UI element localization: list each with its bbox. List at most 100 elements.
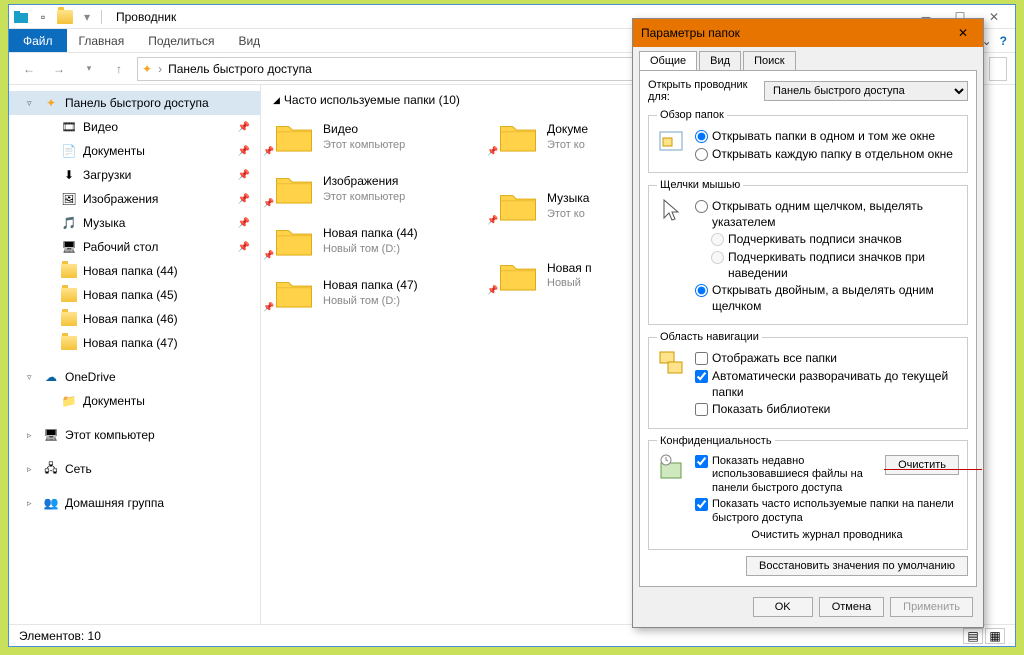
folder-tile[interactable]: 📌 Новая папка (47)Новый том (D:) bbox=[273, 269, 433, 317]
pin-icon: 📌 bbox=[238, 242, 250, 253]
folder-icon bbox=[61, 335, 77, 351]
browse-icon bbox=[657, 127, 687, 157]
check-show-libraries[interactable]: Показать библиотеки bbox=[695, 402, 959, 418]
pin-icon: 📌 bbox=[263, 250, 274, 261]
folder-tile[interactable]: 📌 МузыкаЭтот ко bbox=[497, 182, 607, 230]
downloads-icon: ⬇ bbox=[61, 167, 77, 183]
qat-dropdown-icon[interactable]: ▾ bbox=[79, 9, 95, 25]
chevron-down-icon: ◢ bbox=[273, 95, 280, 106]
chevron-down-icon[interactable]: ▿ bbox=[27, 372, 32, 383]
sidebar-item-video[interactable]: 🎞Видео📌 bbox=[9, 115, 260, 139]
folder-name: Видео bbox=[323, 122, 405, 138]
sidebar-item-pictures[interactable]: 🖼Изображения📌 bbox=[9, 187, 260, 211]
cancel-button[interactable]: Отмена bbox=[819, 597, 884, 617]
folder-icon bbox=[61, 311, 77, 327]
qat-properties-icon[interactable]: ▫ bbox=[35, 9, 51, 25]
folder-location: Новый том (D:) bbox=[323, 242, 418, 256]
clear-history-label: Очистить журнал проводника bbox=[695, 529, 959, 541]
folder-tile[interactable]: 📌 ВидеоЭтот компьютер bbox=[273, 113, 433, 161]
dialog-close-button[interactable]: ✕ bbox=[951, 26, 975, 40]
restore-defaults-button[interactable]: Восстановить значения по умолчанию bbox=[746, 556, 968, 576]
ok-button[interactable]: OK bbox=[753, 597, 813, 617]
radio-new-window[interactable]: Открывать каждую папку в отдельном окне bbox=[695, 147, 959, 163]
radio-same-window[interactable]: Открывать папки в одном и том же окне bbox=[695, 129, 959, 145]
folder-location: Этот компьютер bbox=[323, 138, 405, 152]
check-recent-files[interactable] bbox=[695, 455, 708, 468]
folder-tile[interactable]: 📌 Новая пНовый bbox=[497, 252, 607, 300]
sidebar-quick-access[interactable]: ▿ ✦ Панель быстрого доступа bbox=[9, 91, 260, 115]
sidebar-item-downloads[interactable]: ⬇Загрузки📌 bbox=[9, 163, 260, 187]
tab-home[interactable]: Главная bbox=[67, 29, 137, 52]
chevron-right-icon[interactable]: ▹ bbox=[27, 498, 32, 509]
breadcrumb[interactable]: Панель быстрого доступа bbox=[168, 62, 312, 76]
details-view-button[interactable]: ▤ bbox=[963, 628, 983, 644]
network-icon: 🖧 bbox=[43, 461, 59, 477]
chevron-right-icon[interactable]: ▹ bbox=[27, 464, 32, 475]
radio-double-click[interactable]: Открывать двойным, а выделять одним щелч… bbox=[695, 283, 959, 314]
status-items: Элементов: 10 bbox=[19, 629, 101, 643]
radio-single-click[interactable]: Открывать одним щелчком, выделять указат… bbox=[695, 199, 959, 230]
help-icon[interactable]: ? bbox=[1000, 34, 1007, 48]
sidebar-item-folder[interactable]: Новая папка (44) bbox=[9, 259, 260, 283]
tab-share[interactable]: Поделиться bbox=[136, 29, 226, 52]
tab-view[interactable]: Вид bbox=[226, 29, 272, 52]
folder-name: Новая папка (47) bbox=[323, 278, 418, 294]
folder-icon bbox=[273, 116, 315, 158]
folder-icon bbox=[497, 185, 539, 227]
pin-icon: 📌 bbox=[263, 146, 274, 157]
onedrive-icon: ☁ bbox=[43, 369, 59, 385]
qat-newfolder-icon[interactable] bbox=[57, 9, 73, 25]
privacy-group: Конфиденциальность Показать недавно испо… bbox=[648, 435, 968, 551]
pin-icon: 📌 bbox=[238, 194, 250, 205]
back-button[interactable]: ← bbox=[17, 57, 41, 81]
folder-tile[interactable]: 📌 ДокумеЭтот ко bbox=[497, 113, 607, 161]
chevron-down-icon[interactable]: ▿ bbox=[27, 98, 32, 109]
sidebar-network[interactable]: ▹🖧Сеть bbox=[9, 457, 260, 481]
check-show-all-folders[interactable]: Отображать все папки bbox=[695, 351, 959, 367]
sidebar-item-music[interactable]: 🎵Музыка📌 bbox=[9, 211, 260, 235]
open-explorer-select[interactable]: Панель быстрого доступа bbox=[764, 81, 968, 101]
sidebar-thispc[interactable]: ▹🖥Этот компьютер bbox=[9, 423, 260, 447]
tab-view[interactable]: Вид bbox=[699, 51, 741, 70]
folder-tile[interactable]: 📌 Новая папка (44)Новый том (D:) bbox=[273, 217, 433, 265]
desktop-icon: 🖥 bbox=[61, 239, 77, 255]
folder-name: Новая п bbox=[547, 261, 592, 277]
search-input[interactable] bbox=[989, 57, 1007, 81]
forward-button[interactable]: → bbox=[47, 57, 71, 81]
radio-underline-hover: Подчеркивать подписи значков при наведен… bbox=[695, 250, 959, 281]
folder-tile[interactable]: 📌 ИзображенияЭтот компьютер bbox=[273, 165, 433, 213]
check-frequent-folders[interactable] bbox=[695, 498, 708, 511]
check-auto-expand[interactable]: Автоматически разворачивать до текущей п… bbox=[695, 369, 959, 400]
up-button[interactable]: ↑ bbox=[107, 57, 131, 81]
pictures-icon: 🖼 bbox=[61, 191, 77, 207]
sidebar-item-folder[interactable]: Новая папка (46) bbox=[9, 307, 260, 331]
sidebar-item-desktop[interactable]: 🖥Рабочий стол📌 bbox=[9, 235, 260, 259]
tab-general[interactable]: Общие bbox=[639, 51, 697, 70]
large-icons-view-button[interactable]: ▦ bbox=[985, 628, 1005, 644]
pin-icon: 📌 bbox=[487, 146, 498, 157]
file-tab[interactable]: Файл bbox=[9, 29, 67, 52]
star-icon: ✦ bbox=[43, 95, 59, 111]
history-dropdown[interactable]: ▾ bbox=[77, 57, 101, 81]
sidebar-item-folder[interactable]: Новая папка (45) bbox=[9, 283, 260, 307]
sidebar-item-documents[interactable]: 📄Документы📌 bbox=[9, 139, 260, 163]
sidebar-homegroup[interactable]: ▹👥Домашняя группа bbox=[9, 491, 260, 515]
browse-folders-group: Обзор папок Открывать папки в одном и то… bbox=[648, 109, 968, 173]
sidebar-onedrive-documents[interactable]: 📁Документы bbox=[9, 389, 260, 413]
chevron-right-icon[interactable]: ▹ bbox=[27, 430, 32, 441]
folder-icon bbox=[61, 287, 77, 303]
apply-button[interactable]: Применить bbox=[890, 597, 973, 617]
folder-location: Новый bbox=[547, 276, 592, 290]
folder-name: Докуме bbox=[547, 122, 588, 138]
privacy-icon bbox=[657, 453, 687, 483]
computer-icon: 🖥 bbox=[43, 427, 59, 443]
clear-button[interactable]: Очистить bbox=[885, 455, 959, 475]
cursor-icon bbox=[657, 197, 687, 227]
tab-search[interactable]: Поиск bbox=[743, 51, 795, 70]
sidebar-onedrive[interactable]: ▿☁OneDrive bbox=[9, 365, 260, 389]
star-icon: ✦ bbox=[142, 62, 152, 76]
folder-icon bbox=[497, 255, 539, 297]
folder-icon bbox=[273, 272, 315, 314]
nav-icon bbox=[657, 349, 687, 379]
sidebar-item-folder[interactable]: Новая папка (47) bbox=[9, 331, 260, 355]
